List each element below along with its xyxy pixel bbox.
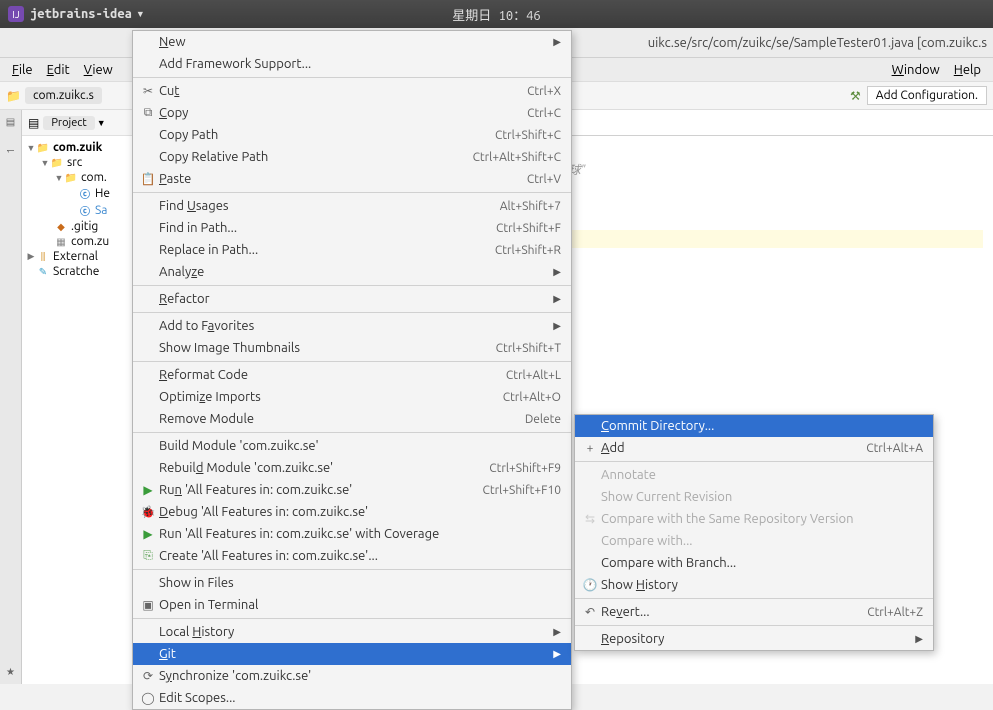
git-compare-same: ⇆Compare with the Same Repository Versio… [575,508,933,530]
ctx-open-terminal[interactable]: ▣Open in Terminal [133,594,571,616]
menu-separator [133,77,571,78]
ctx-paste[interactable]: 📋PasteCtrl+V [133,168,571,190]
ctx-copy-path[interactable]: Copy PathCtrl+Shift+C [133,124,571,146]
ctx-find-in-path[interactable]: Find in Path...Ctrl+Shift+F [133,217,571,239]
app-name: jetbrains-idea [30,7,132,21]
ctx-rebuild-module[interactable]: Rebuild Module 'com.zuikc.se'Ctrl+Shift+… [133,457,571,479]
menu-window[interactable]: Window [886,61,946,79]
system-clock: 星期日 10：46 [452,5,540,24]
ctx-run-coverage[interactable]: ▶Run 'All Features in: com.zuikc.se' wit… [133,523,571,545]
context-menu: New▶ Add Framework Support... ✂CutCtrl+X… [132,30,572,710]
menu-separator [133,432,571,433]
ctx-analyze[interactable]: Analyze▶ [133,261,571,283]
structure-tool-button[interactable]: 1 [5,148,16,154]
app-icon: IJ [8,6,24,22]
git-revert[interactable]: ↶Revert...Ctrl+Alt+Z [575,601,933,623]
ctx-cut[interactable]: ✂CutCtrl+X [133,80,571,102]
ctx-refactor[interactable]: Refactor▶ [133,288,571,310]
git-compare-branch[interactable]: Compare with Branch... [575,552,933,574]
menu-separator [133,361,571,362]
project-tool-button[interactable]: ▤ [6,116,15,128]
ctx-show-thumbnails[interactable]: Show Image ThumbnailsCtrl+Shift+T [133,337,571,359]
ctx-edit-scopes[interactable]: ◯Edit Scopes... [133,687,571,709]
folder-icon: 📁 [6,89,21,103]
ctx-show-in-files[interactable]: Show in Files [133,572,571,594]
project-icon: ▤ [28,116,39,130]
ctx-add-favorites[interactable]: Add to Favorites▶ [133,315,571,337]
hammer-icon[interactable]: ⚒ [850,89,861,103]
ctx-new[interactable]: New▶ [133,31,571,53]
ctx-remove-module[interactable]: Remove ModuleDelete [133,408,571,430]
git-annotate: Annotate [575,464,933,486]
menu-edit[interactable]: Edit [41,61,76,79]
ctx-git[interactable]: Git▶ [133,643,571,665]
breadcrumb[interactable]: com.zuikc.s [25,87,102,104]
menu-separator [575,461,933,462]
git-show-current-revision: Show Current Revision [575,486,933,508]
ctx-replace-in-path[interactable]: Replace in Path...Ctrl+Shift+R [133,239,571,261]
project-view-selector[interactable]: Project [43,116,94,130]
ctx-copy[interactable]: ⧉CopyCtrl+C [133,102,571,124]
menu-separator [133,312,571,313]
window-path: uikc.se/src/com/zuikc/se/SampleTester01.… [648,36,987,50]
ctx-reformat[interactable]: Reformat CodeCtrl+Alt+L [133,364,571,386]
git-commit-directory[interactable]: Commit Directory... [575,415,933,437]
ctx-build-module[interactable]: Build Module 'com.zuikc.se' [133,435,571,457]
ctx-local-history[interactable]: Local History▶ [133,621,571,643]
git-add[interactable]: +AddCtrl+Alt+A [575,437,933,459]
ctx-optimize-imports[interactable]: Optimize ImportsCtrl+Alt+O [133,386,571,408]
menu-separator [133,569,571,570]
menu-separator [575,598,933,599]
git-repository[interactable]: Repository▶ [575,628,933,650]
menu-separator [133,285,571,286]
chevron-down-icon[interactable]: ▼ [97,118,106,128]
favorites-tool-button[interactable]: ★ [6,666,15,678]
git-submenu: Commit Directory... +AddCtrl+Alt+A Annot… [574,414,934,651]
menu-view[interactable]: View [78,61,119,79]
git-compare-with: Compare with... [575,530,933,552]
system-titlebar: IJ jetbrains-idea ▼ 星期日 10：46 [0,0,993,28]
dropdown-icon[interactable]: ▼ [136,9,145,19]
menu-separator [133,192,571,193]
left-tool-strip: ▤ 1 ★ [0,110,22,684]
add-configuration-button[interactable]: Add Configuration. [867,86,987,105]
ctx-debug[interactable]: 🐞Debug 'All Features in: com.zuikc.se' [133,501,571,523]
menu-separator [575,625,933,626]
ctx-create-config[interactable]: ⎘Create 'All Features in: com.zuikc.se'.… [133,545,571,567]
ctx-find-usages[interactable]: Find UsagesAlt+Shift+7 [133,195,571,217]
ctx-add-framework[interactable]: Add Framework Support... [133,53,571,75]
git-show-history[interactable]: 🕐Show History [575,574,933,596]
ctx-copy-relative-path[interactable]: Copy Relative PathCtrl+Alt+Shift+C [133,146,571,168]
menu-help[interactable]: Help [948,61,987,79]
ctx-run[interactable]: ▶Run 'All Features in: com.zuikc.se'Ctrl… [133,479,571,501]
menu-separator [133,618,571,619]
menu-file[interactable]: File [6,61,39,79]
